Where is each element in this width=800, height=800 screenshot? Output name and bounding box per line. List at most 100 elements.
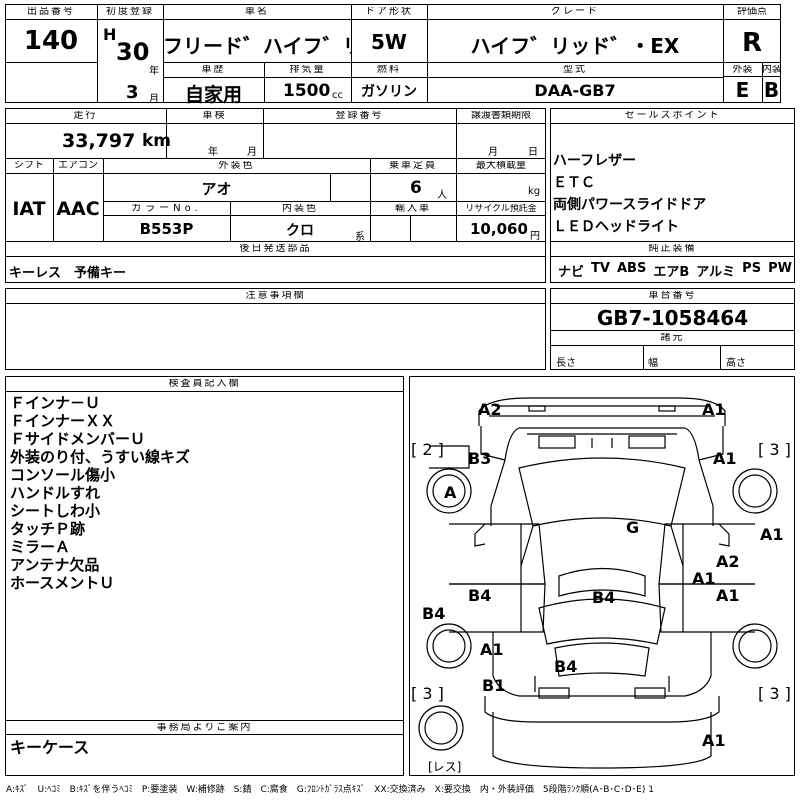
inspector-label: 検査員記入欄 xyxy=(168,379,241,389)
shift-label: シフト xyxy=(14,161,44,171)
transfer-label: 譲渡書類期限 xyxy=(471,111,531,121)
reg-year: 30 xyxy=(116,38,150,66)
damage-front-fender-left: B3 xyxy=(468,449,492,468)
max-load-unit: kg xyxy=(528,186,541,197)
office-label: 事務局よりご案内 xyxy=(156,723,253,733)
inspector-note-9: ミラーＡ xyxy=(10,538,71,556)
color-label: 外装色 xyxy=(218,161,255,171)
sales-point-label: セールスポイント xyxy=(624,111,721,121)
year-unit: 年 xyxy=(149,66,159,77)
equipment-tv: TV xyxy=(591,261,610,276)
damage-legend: A:ｷｽﾞ U:ﾍｺﾐ B:ｷｽﾞを伴うﾍｺﾐ P:要塗装 W:補修跡 S:錆 … xyxy=(6,785,654,795)
later-parts-label: 後日発送部品 xyxy=(239,244,312,254)
damage-front-door-right: A2 xyxy=(716,552,740,571)
reg-no-label: 登録番号 xyxy=(335,111,384,121)
lot-no-label: 出品番号 xyxy=(27,7,75,17)
grade: ハイフ゛リッド゛・EX xyxy=(470,34,680,58)
inspector-note-2: ＦインナーＸＸ xyxy=(10,412,116,430)
grade-label: グレード xyxy=(551,7,599,17)
sales-point-4: ＬＥＤヘッドライト xyxy=(553,219,679,235)
inspector-note-4: 外装のり付、うすい線キズ xyxy=(10,448,191,466)
damage-mirror-right: A1 xyxy=(760,525,784,544)
inspector-note-7: シートしわ小 xyxy=(10,502,101,520)
spare-tire-status: [レス] xyxy=(428,760,462,774)
damage-windshield: G xyxy=(626,518,640,537)
mileage: 33,797 xyxy=(62,130,136,152)
ac-label: エアコン xyxy=(58,161,98,171)
era: H xyxy=(103,25,117,44)
inspector-note-8: タッチＰ跡 xyxy=(10,520,86,538)
car-name: フリード゛ハイフ゛リッド゛ xyxy=(163,34,351,58)
transfer-month-unit: 月 xyxy=(488,147,498,158)
inspection-year-unit: 年 xyxy=(208,147,218,158)
exterior-score: E xyxy=(735,78,750,102)
mileage-label: 走行 xyxy=(73,111,98,121)
equipment-pw: PW xyxy=(768,261,792,276)
interior-score: B xyxy=(763,78,780,102)
dims-label: 諸元 xyxy=(660,333,685,343)
sales-point-2: ＥＴＣ xyxy=(553,175,595,191)
equipment-label: 純正装備 xyxy=(648,244,697,254)
recycle-unit: 円 xyxy=(530,231,540,242)
chassis-label: 車台番号 xyxy=(648,291,697,301)
score-label: 評価点 xyxy=(737,7,767,17)
fuel-label: 燃料 xyxy=(377,65,401,75)
length-label: 長さ xyxy=(556,358,576,369)
inspector-note-11: ホースメントＵ xyxy=(10,574,115,592)
color: アオ xyxy=(201,180,232,198)
fuel: ガソリン xyxy=(361,84,417,100)
interior-color-suffix: 系 xyxy=(355,232,365,243)
height-label: 高さ xyxy=(726,358,746,369)
tire-fr-tread: [ 3 ] xyxy=(758,440,791,459)
damage-rear-window: B4 xyxy=(554,657,578,676)
equipment-list: ナビ TV ABS エアB アルミ PS PW xyxy=(558,261,792,280)
inspector-note-3: ＦサイドメンバーＵ xyxy=(10,430,146,448)
damage-rear-panel: A1 xyxy=(702,731,726,750)
interior-color-label: 内装色 xyxy=(282,204,318,214)
damage-rear-door-right-lower: A1 xyxy=(716,586,740,605)
equipment-ps: PS xyxy=(742,261,762,276)
history: 自家用 xyxy=(184,84,242,106)
interior-color: クロ xyxy=(286,223,314,239)
damage-roof: B4 xyxy=(592,588,616,607)
capacity: 6 xyxy=(410,178,422,198)
color-no-label: カラーNo. xyxy=(131,204,202,214)
score: R xyxy=(741,28,763,58)
sales-point-3: 両側パワースライドドア xyxy=(553,197,707,213)
recycle-fee: 10,060 xyxy=(470,220,528,238)
inspection-month-unit: 月 xyxy=(247,147,257,158)
width-label: 幅 xyxy=(648,358,658,369)
office-note: キーケース xyxy=(10,738,90,757)
inspector-note-5: コンソール傷小 xyxy=(10,466,116,484)
capacity-label: 乗車定員 xyxy=(389,161,437,171)
inspection-label: 車検 xyxy=(202,111,227,121)
damage-front-bumper-left: A2 xyxy=(478,400,502,419)
displacement: 1500 xyxy=(283,81,331,101)
car-name-label: 車名 xyxy=(245,7,269,17)
displacement-label: 排気量 xyxy=(289,65,326,75)
exterior-label: 外装 xyxy=(732,65,753,75)
tire-rr-tread: [ 3 ] xyxy=(758,684,791,703)
sales-point-1: ハーフレザー xyxy=(553,153,637,169)
lot-no: 140 xyxy=(23,26,79,56)
max-load-label: 最大積載量 xyxy=(476,161,526,171)
interior-label: 内装 xyxy=(762,65,781,75)
history-label: 車歴 xyxy=(201,65,226,75)
shift: IAT xyxy=(12,198,46,220)
door-label: ドア形状 xyxy=(365,7,413,17)
later-parts: キーレス 予備キー xyxy=(9,266,127,281)
damage-rear-door-right: A1 xyxy=(692,569,716,588)
month-unit: 月 xyxy=(149,94,159,105)
damage-rear-door-left-inner: B4 xyxy=(468,586,492,605)
equipment-abs: ABS xyxy=(616,261,647,276)
damage-rear-wheel-left: A1 xyxy=(480,640,504,659)
door: 5W xyxy=(371,30,407,54)
displacement-unit: cc xyxy=(332,90,343,101)
damage-rear-bumper-left: B1 xyxy=(482,676,506,695)
damage-front-bumper-right: A1 xyxy=(702,400,726,419)
damage-rear-quarter-left: B4 xyxy=(422,604,446,623)
model: DAA-GB7 xyxy=(534,81,616,100)
damage-front-fender-right: A1 xyxy=(713,449,737,468)
caution-label: 注意事項欄 xyxy=(245,291,306,301)
car-diagram xyxy=(418,397,778,769)
